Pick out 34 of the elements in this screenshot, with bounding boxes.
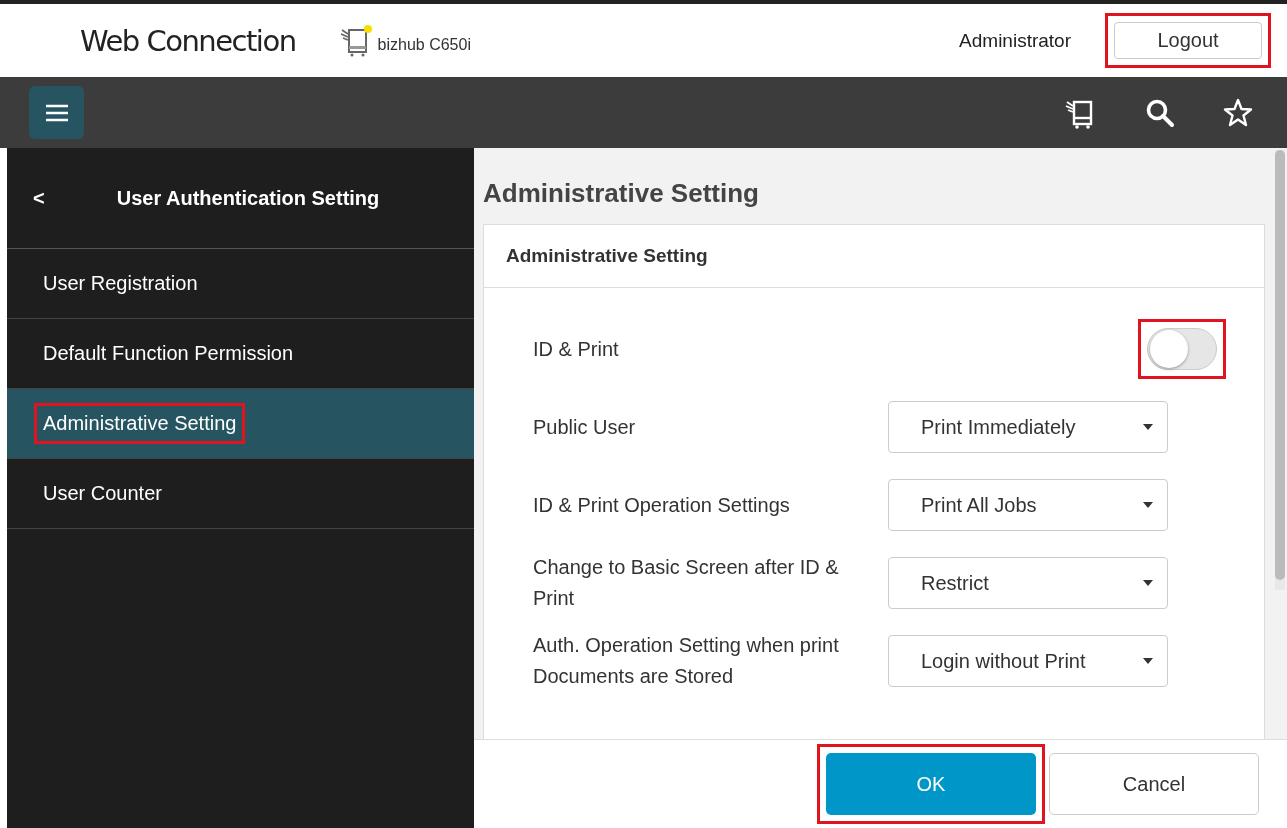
setting-label: Public User	[533, 414, 637, 440]
printer-icon	[339, 23, 372, 58]
star-icon[interactable]	[1223, 97, 1253, 128]
caret-icon	[1143, 580, 1153, 586]
dropdown[interactable]: Restrict	[888, 557, 1168, 609]
setting-label: ID & Print Operation Settings	[533, 492, 791, 518]
sidebar-item-label: Administrative Setting	[43, 412, 237, 435]
setting-label: Auth. Operation Setting when print Documents are Stored	[533, 633, 840, 689]
menu-icon	[45, 103, 68, 122]
toggle-switch[interactable]	[1147, 328, 1217, 370]
logout-button[interactable]: Logout	[1114, 22, 1262, 59]
dropdown[interactable]: Login without Print	[888, 635, 1168, 687]
user-name: Administrator	[959, 29, 1071, 52]
dropdown[interactable]: Print Immediately	[888, 401, 1168, 453]
caret-icon	[1143, 658, 1153, 664]
caret-icon	[1143, 502, 1153, 508]
cancel-button[interactable]: Cancel	[1049, 753, 1259, 815]
scrollbar[interactable]	[1275, 150, 1285, 590]
menu-button[interactable]	[29, 86, 84, 139]
dropdown[interactable]: Print All Jobs	[888, 479, 1168, 531]
setting-label: ID & Print	[533, 336, 620, 362]
card-title: Administrative Setting	[484, 225, 1264, 288]
sidebar-item-label: User Registration	[43, 272, 198, 295]
search-icon[interactable]	[1145, 97, 1175, 128]
sidebar-item[interactable]: Administrative Setting	[7, 389, 474, 459]
back-button[interactable]: <	[33, 186, 45, 210]
page-title: Administrative Setting	[483, 178, 760, 209]
logo-text: Web Connection	[80, 23, 296, 58]
device-name: bizhub C650i	[377, 35, 471, 54]
sidebar-item-label: User Counter	[43, 482, 162, 505]
setting-label: Change to Basic Screen after ID & Print	[533, 555, 840, 611]
caret-icon	[1143, 424, 1153, 430]
sidebar-item-label: Default Function Permission	[43, 342, 294, 365]
sidebar-title: User Authentication Setting	[116, 186, 380, 210]
